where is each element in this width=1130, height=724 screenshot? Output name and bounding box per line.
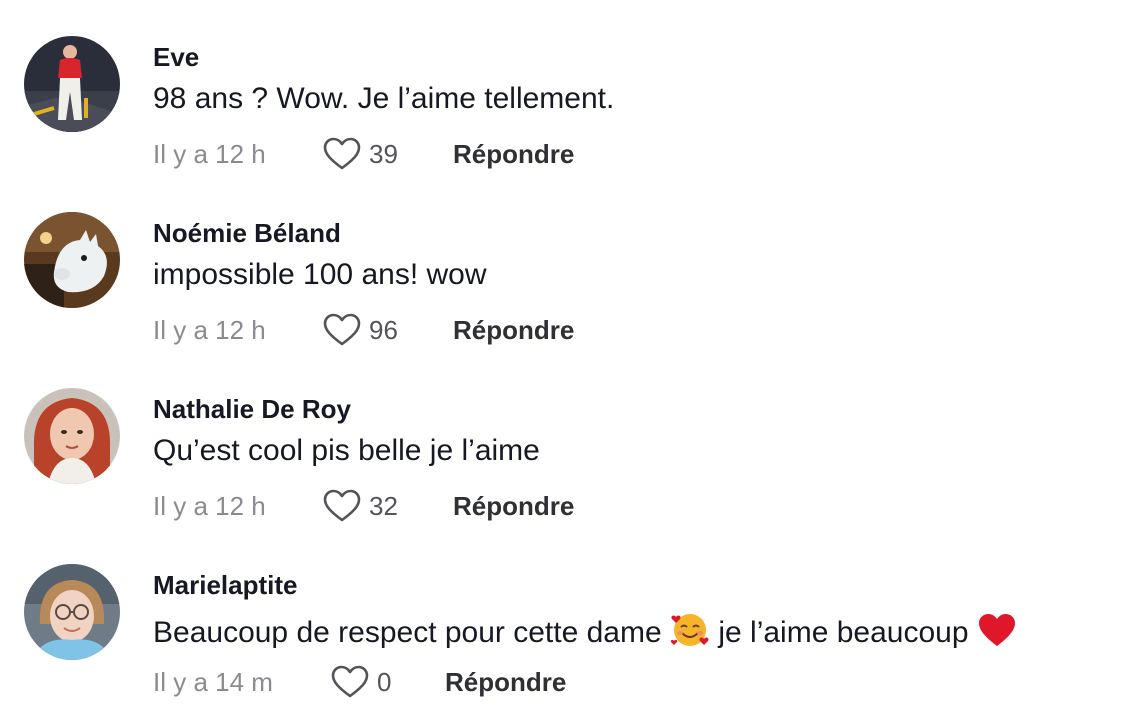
comment-timestamp: Il y a 12 h bbox=[153, 315, 266, 345]
comment-item: Marielaptite Beaucoup de respect pour ce… bbox=[0, 528, 1130, 704]
reply-button[interactable]: Répondre bbox=[453, 491, 574, 522]
like-button[interactable]: 0 bbox=[331, 664, 391, 700]
comment-item: Nathalie De Roy Qu’est cool pis belle je… bbox=[0, 352, 1130, 528]
avatar-image bbox=[24, 212, 120, 308]
comment-username[interactable]: Nathalie De Roy bbox=[153, 394, 351, 425]
like-count: 39 bbox=[369, 138, 398, 169]
avatar[interactable] bbox=[24, 36, 120, 132]
like-button[interactable]: 39 bbox=[323, 136, 398, 172]
comment-username[interactable]: Eve bbox=[153, 42, 199, 73]
heart-outline-icon bbox=[323, 489, 361, 522]
comment-meta: Il y a 12 h 32 Répondre bbox=[153, 488, 753, 524]
heart-outline-icon bbox=[323, 137, 361, 170]
comment-username[interactable]: Noémie Béland bbox=[153, 218, 341, 249]
comment-text-part: je l’aime beaucoup bbox=[718, 616, 969, 649]
like-count: 0 bbox=[377, 666, 392, 697]
comment-text: Beaucoup de respect pour cette dame je l… bbox=[153, 610, 1017, 650]
reply-button[interactable]: Répondre bbox=[453, 139, 574, 170]
comment-item: Noémie Béland impossible 100 ans! wow Il… bbox=[0, 176, 1130, 352]
like-button[interactable]: 32 bbox=[323, 488, 398, 524]
avatar[interactable] bbox=[24, 212, 120, 308]
reply-button[interactable]: Répondre bbox=[453, 315, 574, 346]
comment-text: 98 ans ? Wow. Je l’aime tellement. bbox=[153, 82, 615, 115]
comment-text: impossible 100 ans! wow bbox=[153, 258, 487, 291]
comment-timestamp: Il y a 12 h bbox=[153, 491, 266, 521]
smiling-face-with-hearts-emoji bbox=[670, 614, 709, 646]
comment-text-part: Beaucoup de respect pour cette dame bbox=[153, 616, 662, 649]
like-count: 96 bbox=[369, 314, 398, 345]
heart-outline-icon bbox=[323, 313, 361, 346]
reply-button[interactable]: Répondre bbox=[445, 667, 566, 698]
like-count: 32 bbox=[369, 490, 398, 521]
comment-timestamp: Il y a 12 h bbox=[153, 139, 266, 169]
avatar-image bbox=[24, 36, 120, 132]
comment-item: Eve 98 ans ? Wow. Je l’aime tellement. I… bbox=[0, 0, 1130, 176]
like-button[interactable]: 96 bbox=[323, 312, 398, 348]
comment-text: Qu’est cool pis belle je l’aime bbox=[153, 434, 540, 467]
heart-outline-icon bbox=[331, 665, 369, 698]
comment-timestamp: Il y a 14 m bbox=[153, 667, 273, 697]
avatar[interactable] bbox=[24, 388, 120, 484]
avatar[interactable] bbox=[24, 564, 120, 660]
avatar-image bbox=[24, 564, 120, 660]
comment-meta: Il y a 14 m 0 Répondre bbox=[153, 664, 753, 700]
red-heart-emoji bbox=[978, 614, 1015, 646]
comment-meta: Il y a 12 h 39 Répondre bbox=[153, 136, 753, 172]
comment-username[interactable]: Marielaptite bbox=[153, 570, 298, 601]
comment-meta: Il y a 12 h 96 Répondre bbox=[153, 312, 753, 348]
avatar-image bbox=[24, 388, 120, 484]
